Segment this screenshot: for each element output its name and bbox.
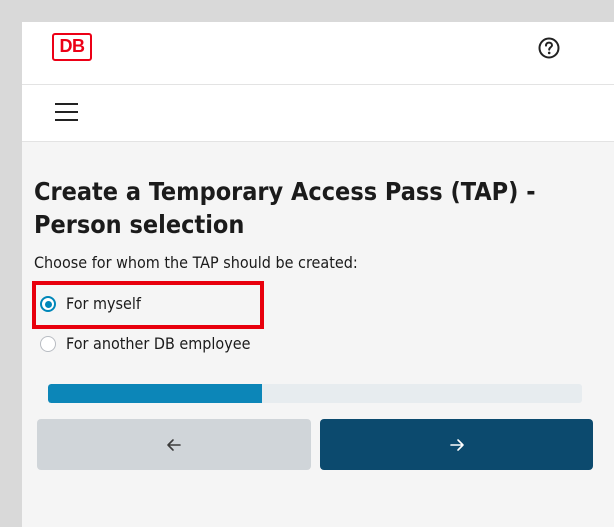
radio-for-another-employee[interactable]	[40, 336, 56, 352]
progress-bar	[48, 384, 582, 403]
help-circle-icon[interactable]	[538, 37, 560, 59]
arrow-left-icon	[167, 438, 181, 451]
next-button[interactable]	[320, 419, 593, 470]
app-frame: DB Create a Temporary Access Pass (TAP) …	[22, 22, 614, 527]
arrow-right-icon	[449, 438, 464, 451]
option-for-another-employee[interactable]: For another DB employee	[40, 332, 250, 356]
header: DB	[22, 22, 614, 85]
page-title: Create a Temporary Access Pass (TAP) - P…	[34, 177, 536, 239]
highlight-box	[32, 281, 264, 329]
selection-prompt: Choose for whom the TAP should be create…	[34, 253, 358, 272]
nav-bar	[22, 85, 614, 142]
db-logo[interactable]: DB	[52, 33, 92, 61]
main-content: Create a Temporary Access Pass (TAP) - P…	[22, 142, 614, 527]
progress-fill	[48, 384, 262, 403]
back-button[interactable]	[37, 419, 311, 470]
option-label: For another DB employee	[66, 334, 251, 353]
hamburger-menu-icon[interactable]	[55, 101, 79, 123]
